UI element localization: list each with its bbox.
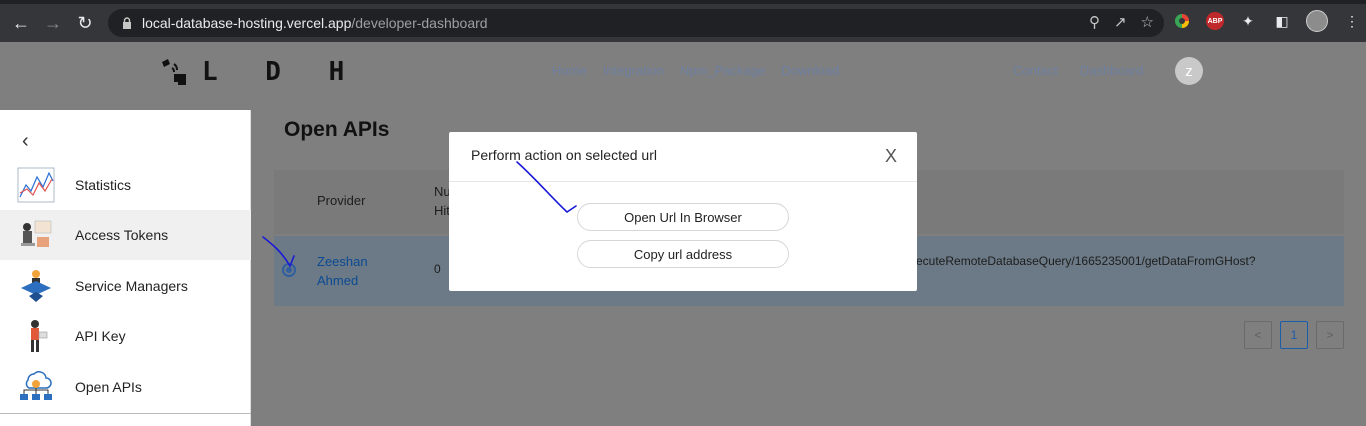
api-url-cell[interactable]: ecuteRemoteDatabaseQuery/1665235001/getD…: [916, 254, 1256, 268]
sidebar-divider: [0, 413, 251, 414]
reload-icon[interactable]: ↻: [69, 7, 101, 39]
provider-last-name: Ahmed: [317, 273, 359, 288]
sidebar-item-label: Access Tokens: [75, 227, 169, 243]
main-nav: Home Integration Npm_Package Download: [552, 63, 839, 78]
radio-dot: [286, 267, 292, 273]
app-header: L D H Home Integration Npm_Package Downl…: [0, 42, 1366, 110]
copy-url-address-button[interactable]: Copy url address: [577, 240, 789, 268]
user-avatar[interactable]: z: [1175, 57, 1203, 85]
provider-link[interactable]: Zeeshan Ahmed: [317, 252, 377, 290]
access-tokens-icon: [16, 215, 56, 255]
sidebar-item-label: Open APIs: [75, 379, 142, 395]
more-menu-icon[interactable]: ⋮: [1342, 11, 1362, 31]
logo-icon: [162, 59, 186, 85]
address-bar[interactable]: local-database-hosting.vercel.app/develo…: [108, 9, 1164, 37]
sidebar-item-label: Statistics: [75, 177, 132, 193]
nav-contact[interactable]: Contact: [1013, 63, 1058, 78]
profile-avatar[interactable]: [1306, 10, 1328, 32]
lock-icon: [120, 16, 134, 30]
pagination-next-button[interactable]: >: [1316, 321, 1344, 349]
hits-value: 0: [434, 262, 441, 276]
nav-download[interactable]: Download: [781, 63, 839, 78]
nav-integration[interactable]: Integration: [603, 63, 664, 78]
url-action-modal: Perform action on selected url X Open Ur…: [449, 132, 917, 291]
sidebar-item-api-key[interactable]: API Key: [0, 311, 251, 361]
share-icon[interactable]: ↗: [1114, 13, 1127, 31]
logo-text: L D H: [202, 57, 361, 87]
url-path: /developer-dashboard: [351, 15, 488, 31]
forward-arrow-icon[interactable]: →: [37, 7, 69, 39]
modal-title: Perform action on selected url: [471, 147, 657, 163]
statistics-icon: [16, 165, 56, 205]
pagination-prev-button[interactable]: <: [1244, 321, 1272, 349]
sidebar-item-open-apis[interactable]: Open APIs: [0, 362, 251, 412]
sidebar-item-service-managers[interactable]: Service Managers: [0, 261, 251, 311]
back-arrow-icon[interactable]: ←: [5, 7, 37, 39]
color-extension-icon[interactable]: [1172, 11, 1192, 31]
zoom-icon[interactable]: ⚲: [1089, 13, 1100, 31]
puzzle-extensions-icon[interactable]: ✦: [1238, 11, 1258, 31]
open-apis-icon: [16, 367, 56, 407]
column-header-hits-line2: Hit: [434, 203, 450, 218]
browser-toolbar: ← → ↻ local-database-hosting.vercel.app /…: [0, 4, 1366, 42]
sidebar-item-label: Service Managers: [75, 278, 188, 294]
url-host: local-database-hosting.vercel.app: [142, 15, 352, 31]
modal-divider: [449, 181, 917, 182]
service-managers-icon: [16, 266, 56, 306]
api-key-icon: [16, 316, 56, 356]
close-icon[interactable]: X: [885, 146, 897, 167]
sidebar: ‹ Statistics Access Tokens Service Manag…: [0, 110, 251, 426]
nav-home[interactable]: Home: [552, 63, 587, 78]
provider-first-name: Zeeshan: [317, 254, 368, 269]
bookmark-star-icon[interactable]: ☆: [1141, 13, 1154, 31]
open-url-in-browser-button[interactable]: Open Url In Browser: [577, 203, 789, 231]
column-header-provider: Provider: [317, 193, 366, 208]
page-title: Open APIs: [284, 118, 390, 141]
nav-dashboard[interactable]: Dashboard: [1080, 63, 1144, 78]
sidebar-item-label: API Key: [75, 328, 126, 344]
side-panel-icon[interactable]: ◧: [1272, 11, 1292, 31]
nav-npm-package[interactable]: Npm_Package: [680, 63, 765, 78]
collapse-chevron-icon[interactable]: ‹: [22, 130, 29, 153]
pagination-page-1[interactable]: 1: [1280, 321, 1308, 349]
row-select-radio[interactable]: [282, 263, 296, 277]
right-nav: Contact Dashboard: [1013, 63, 1143, 78]
logo[interactable]: L D H: [160, 56, 360, 88]
adblock-plus-icon[interactable]: ABP: [1206, 12, 1224, 30]
sidebar-item-access-tokens[interactable]: Access Tokens: [0, 210, 251, 260]
sidebar-item-statistics[interactable]: Statistics: [0, 160, 251, 210]
